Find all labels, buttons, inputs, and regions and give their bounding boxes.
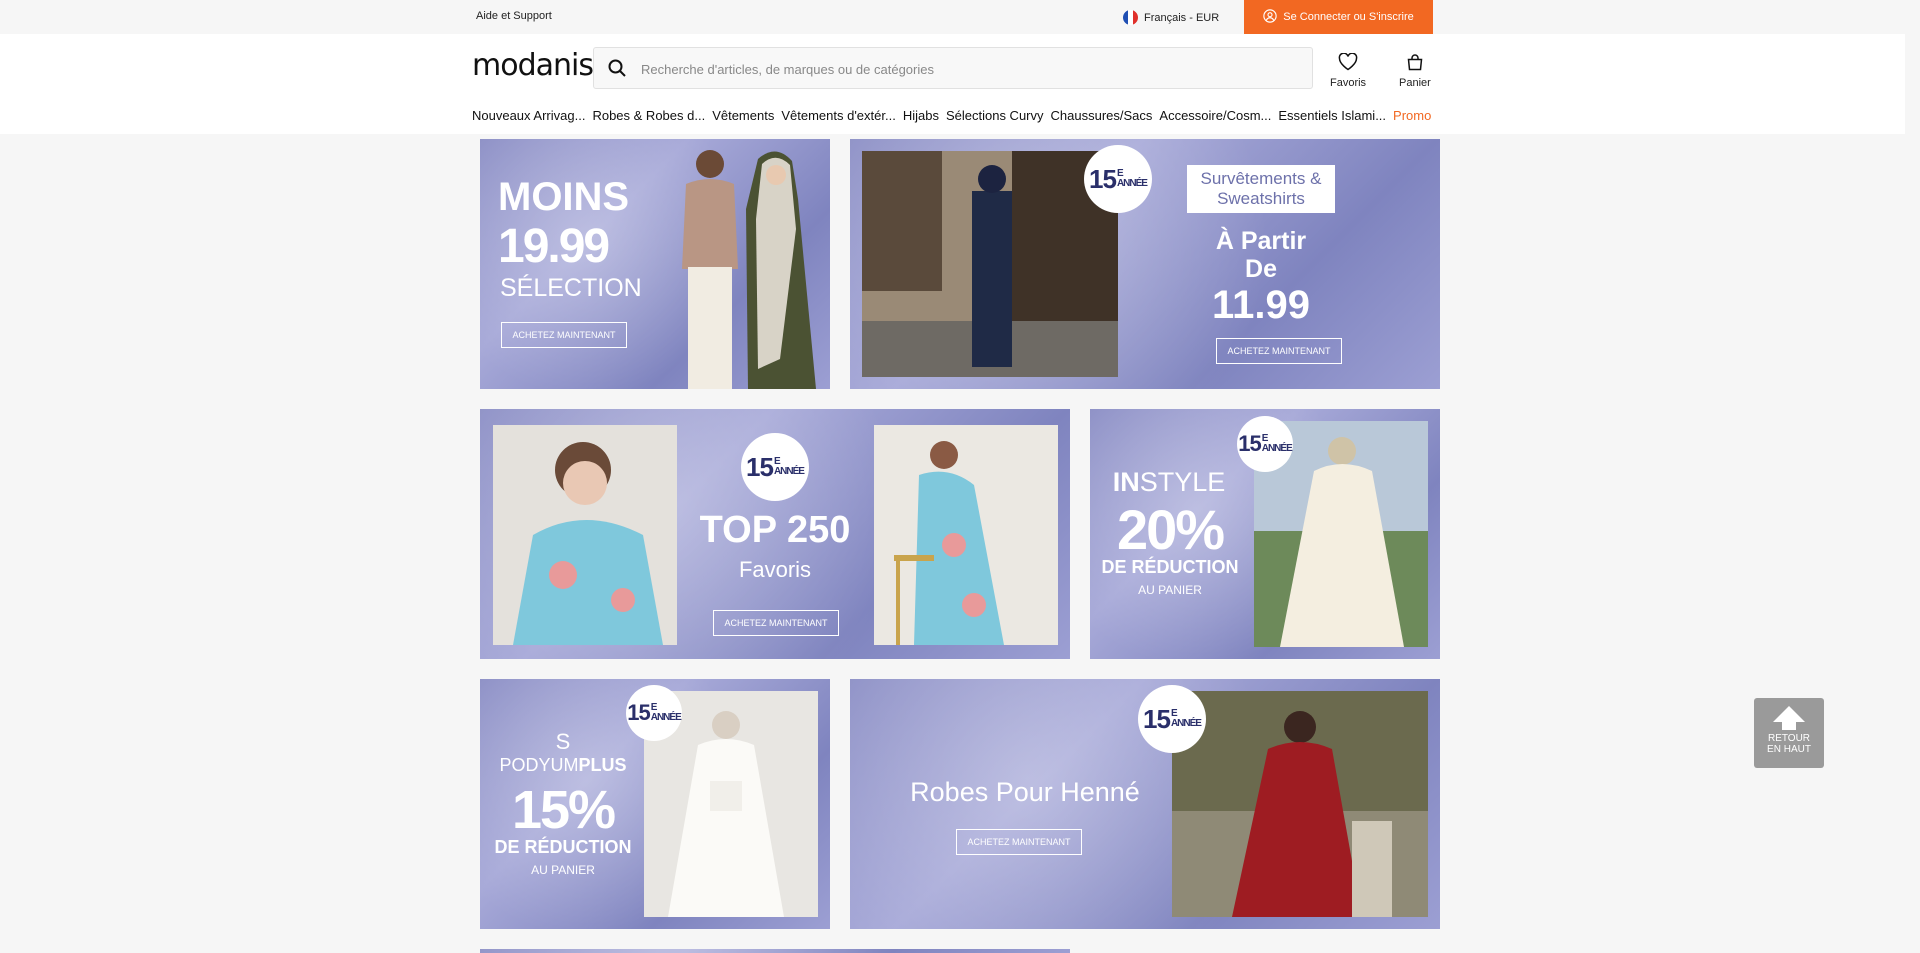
help-support-link[interactable]: Aide et Support bbox=[476, 10, 552, 22]
shop-now-button[interactable]: ACHETEZ MAINTENANT bbox=[956, 829, 1082, 855]
cart-label: Panier bbox=[1399, 77, 1431, 89]
anniversary-badge: 15 E ANNÉE bbox=[741, 433, 809, 501]
favorites-button[interactable]: Favoris bbox=[1330, 52, 1367, 89]
shop-now-button[interactable]: ACHETEZ MAINTENANT bbox=[1216, 338, 1342, 364]
up-arrow-icon bbox=[1773, 706, 1805, 722]
anniversary-badge: 15 E ANNÉE bbox=[1084, 145, 1152, 213]
banner-price: 11.99 bbox=[1212, 283, 1310, 327]
back-to-top-line1: RETOUR bbox=[1767, 733, 1811, 744]
banner-survetements[interactable]: 15 E ANNÉE Survêtements & Sweatshirts À P… bbox=[850, 139, 1440, 389]
banner-discount: 20% bbox=[1116, 498, 1225, 561]
badge-number: 15 bbox=[1238, 431, 1262, 456]
modanisa-logo[interactable]: modanisa bbox=[472, 48, 611, 83]
banner-de: De bbox=[1245, 255, 1277, 283]
brand-instyle-style: STYLE bbox=[1139, 467, 1226, 497]
badge-label: ANNÉE bbox=[650, 712, 682, 723]
badge-label: ANNÉE bbox=[1261, 443, 1293, 454]
badge-number: 15 bbox=[627, 700, 651, 725]
nav-item-new-arrivals[interactable]: Nouveaux Arrivag... bbox=[472, 108, 585, 123]
search-input[interactable] bbox=[639, 48, 1303, 90]
banner-robes-henne[interactable]: Robes Pour Henné ACHETEZ MAINTENANT 15 E… bbox=[850, 679, 1440, 929]
bag-icon bbox=[1406, 53, 1424, 74]
nav-item-hijabs[interactable]: Hijabs bbox=[903, 108, 939, 123]
banner-reduction: DE RÉDUCTION bbox=[494, 837, 632, 857]
nav-item-clothing[interactable]: Vêtements bbox=[712, 108, 774, 123]
top-bar: Aide et Support Français - EUR Se Connec… bbox=[0, 0, 1905, 34]
brand-instyle-in: IN bbox=[1112, 467, 1140, 497]
badge-number: 15 bbox=[746, 451, 774, 482]
logo-text: modanisa bbox=[472, 48, 611, 83]
banner-next-row[interactable] bbox=[480, 949, 1070, 953]
badge-number: 15 bbox=[1143, 703, 1171, 734]
banner-reduction: DE RÉDUCTION bbox=[1101, 557, 1239, 577]
badge-label: ANNÉE bbox=[1170, 718, 1202, 729]
model-red-dress-photo bbox=[1172, 691, 1428, 917]
cart-button[interactable]: Panier bbox=[1399, 53, 1431, 89]
category-box: Survêtements & Sweatshirts bbox=[1187, 165, 1335, 213]
login-button[interactable]: Se Connecter ou S'inscrire bbox=[1244, 0, 1433, 34]
nav-item-dresses[interactable]: Robes & Robes d... bbox=[592, 108, 705, 123]
login-label: Se Connecter ou S'inscrire bbox=[1283, 11, 1414, 23]
nav-item-curvy[interactable]: Sélections Curvy bbox=[946, 108, 1044, 123]
language-label: Français - EUR bbox=[1144, 11, 1220, 24]
badge-label: ANNÉE bbox=[773, 466, 805, 477]
shop-now-button[interactable]: ACHETEZ MAINTENANT bbox=[501, 322, 627, 348]
nav-item-outerwear[interactable]: Vêtements d'extér... bbox=[781, 108, 896, 123]
brand-podyum: PODYUM bbox=[499, 755, 579, 775]
shop-now-button[interactable]: ACHETEZ MAINTENANT bbox=[713, 610, 839, 636]
france-flag-icon bbox=[1123, 10, 1138, 25]
banner-cart-note: AU PANIER bbox=[531, 863, 595, 877]
brand-mark: S bbox=[555, 729, 571, 754]
category-nav: Nouveaux Arrivag... Robes & Robes d... V… bbox=[472, 108, 1438, 123]
banner-instyle[interactable]: INSTYLE 20% DE RÉDUCTION AU PANIER 15 EA… bbox=[1090, 409, 1440, 659]
banner-subline: SÉLECTION bbox=[500, 274, 642, 302]
badge-label: ANNÉE bbox=[1116, 178, 1148, 189]
up-arrow-stem bbox=[1782, 722, 1796, 730]
category-line2: Sweatshirts bbox=[1217, 189, 1305, 208]
anniversary-badge: 15 E ANNÉE bbox=[1237, 416, 1293, 472]
banner-headline: Robes Pour Henné bbox=[910, 777, 1140, 807]
nav-item-promo[interactable]: Promo bbox=[1393, 108, 1431, 123]
badge-number: 15 bbox=[1089, 163, 1117, 194]
favorites-label: Favoris bbox=[1330, 77, 1367, 89]
model-street-photo bbox=[862, 151, 1118, 377]
nav-item-accessories[interactable]: Accessoire/Cosm... bbox=[1159, 108, 1271, 123]
nav-item-shoes-bags[interactable]: Chaussures/Sacs bbox=[1051, 108, 1153, 123]
back-to-top-line2: EN HAUT bbox=[1767, 744, 1811, 755]
anniversary-badge: 15 E ANNÉE bbox=[1138, 685, 1206, 753]
banner-headline: MOINS bbox=[498, 175, 630, 219]
user-icon bbox=[1263, 8, 1277, 26]
language-selector[interactable]: Français - EUR bbox=[1123, 10, 1219, 25]
brand-plus: PLUS bbox=[578, 755, 627, 775]
model-floral-photo-1 bbox=[493, 425, 677, 645]
model-floral-photo-2 bbox=[874, 425, 1058, 645]
banner-top-250[interactable]: 15 E ANNÉE TOP 250 Favoris ACHETEZ MAINTE… bbox=[480, 409, 1070, 659]
banner-cart-note: AU PANIER bbox=[1138, 583, 1202, 597]
search-icon[interactable] bbox=[608, 59, 626, 82]
banner-headline: TOP 250 bbox=[699, 509, 851, 551]
brand-instyle: INSTYLE bbox=[1102, 467, 1236, 498]
anniversary-badge: 15 E ANNÉE bbox=[626, 685, 682, 741]
banner-moins-1999[interactable]: MOINS 19.99 SÉLECTION ACHETEZ MAINTENANT bbox=[480, 139, 830, 389]
brand-podyumplus: PODYUMPLUS bbox=[488, 755, 638, 776]
category-line1: Survêtements & bbox=[1200, 169, 1322, 188]
nav-item-islamic-essentials[interactable]: Essentiels Islami... bbox=[1278, 108, 1386, 123]
model-photo bbox=[658, 139, 830, 389]
banner-subline: Favoris bbox=[738, 557, 812, 582]
banner-price: 19.99 bbox=[498, 220, 610, 273]
search-bar[interactable] bbox=[593, 47, 1313, 90]
banner-from: À Partir bbox=[1215, 227, 1307, 255]
back-to-top-button[interactable]: RETOUR EN HAUT bbox=[1754, 698, 1824, 768]
banner-discount: 15% bbox=[511, 780, 616, 840]
heart-icon bbox=[1338, 52, 1358, 74]
banner-podyumplus[interactable]: S PODYUMPLUS 15% DE RÉDUCTION AU PANIER … bbox=[480, 679, 830, 929]
